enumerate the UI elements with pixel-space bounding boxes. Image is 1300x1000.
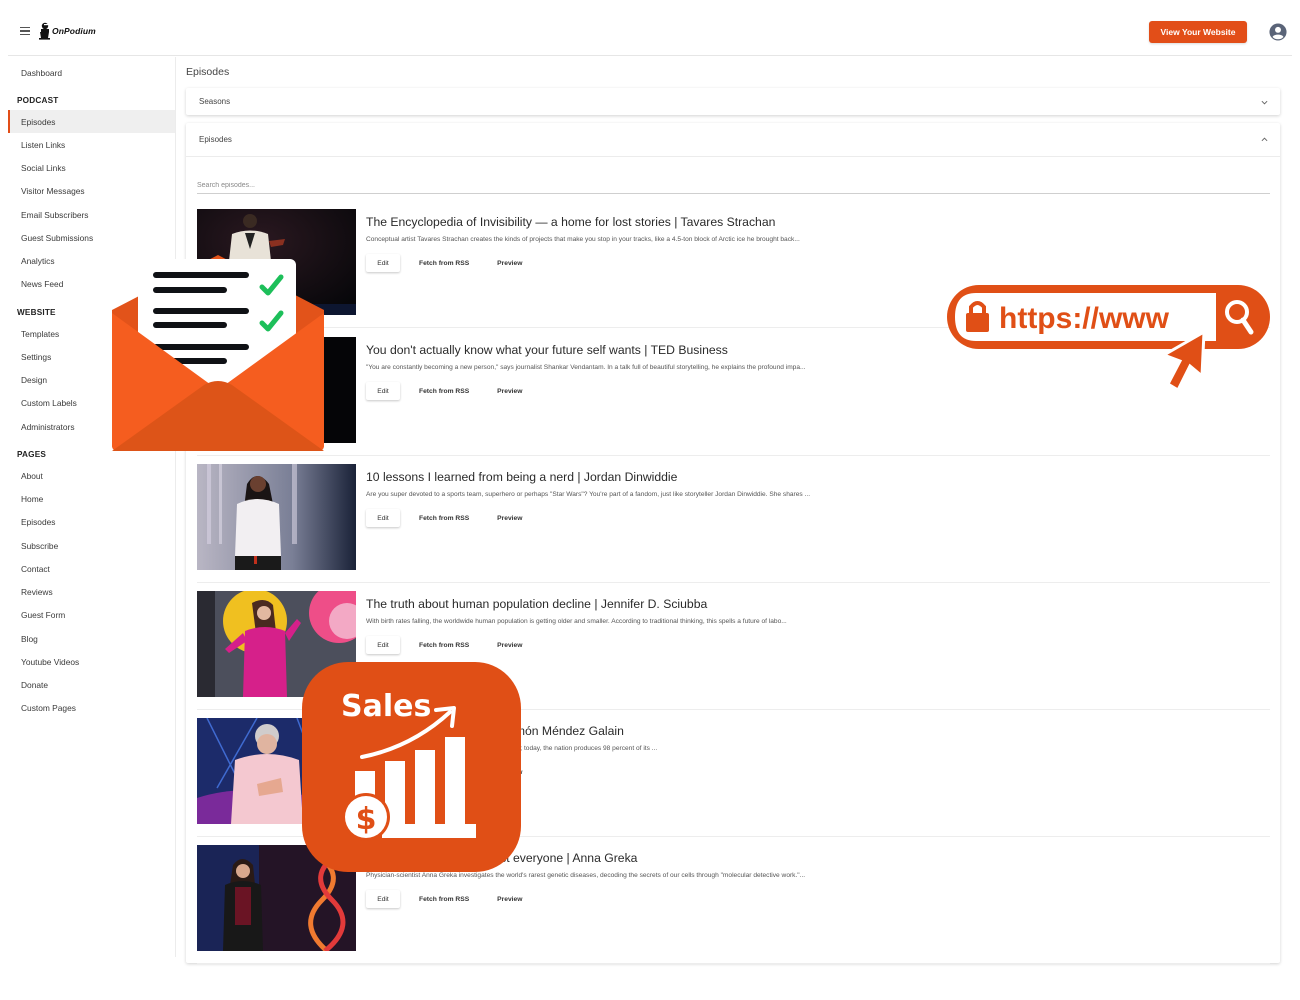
sidebar-item-guest-submissions[interactable]: Guest Submissions (8, 226, 175, 249)
fetch-from-rss-button[interactable]: Fetch from RSS (419, 388, 469, 395)
sidebar-section-pages: PAGES (17, 450, 47, 459)
sidebar-item-guest-form[interactable]: Guest Form (8, 603, 175, 626)
episode-title[interactable]: 10 lessons I learned from being a nerd |… (366, 470, 677, 484)
episode-title[interactable]: The Encyclopedia of Invisibility — a hom… (366, 215, 775, 229)
fetch-from-rss-button[interactable]: Fetch from RSS (419, 260, 469, 267)
sidebar-item-home[interactable]: Home (8, 487, 175, 510)
fetch-from-rss-button[interactable]: Fetch from RSS (419, 515, 469, 522)
edit-button[interactable]: Edit (366, 890, 400, 908)
sidebar-item-youtube-videos[interactable]: Youtube Videos (8, 650, 175, 673)
sidebar-item-blog[interactable]: Blog (8, 627, 175, 650)
currency-symbol: $ (356, 802, 377, 837)
preview-button[interactable]: Preview (497, 896, 522, 903)
episode-description: With birth rates falling, the worldwide … (366, 618, 787, 625)
episode-description: Are you super devoted to a sports team, … (366, 491, 811, 498)
sidebar-item-reviews[interactable]: Reviews (8, 580, 175, 603)
sidebar-section-website: WEBSITE (17, 308, 56, 317)
app-header: OnPodium View Your Website (8, 0, 1292, 56)
logo[interactable]: OnPodium (38, 22, 96, 40)
episode-description: "You are constantly becoming a new perso… (366, 364, 806, 371)
episode-description: Conceptual artist Tavares Strachan creat… (366, 236, 800, 243)
url-text: https://www (999, 302, 1170, 335)
edit-button[interactable]: Edit (366, 254, 400, 272)
sidebar-item-dashboard[interactable]: Dashboard (8, 61, 175, 84)
episodes-panel-header[interactable]: Episodes (186, 123, 1280, 157)
sidebar-item-visitor-messages[interactable]: Visitor Messages (8, 179, 175, 202)
sidebar-item-subscribe[interactable]: Subscribe (8, 534, 175, 557)
podium-logo-icon (39, 22, 50, 40)
fetch-from-rss-button[interactable]: Fetch from RSS (419, 896, 469, 903)
edit-button[interactable]: Edit (366, 382, 400, 400)
episode-row: 10 lessons I learned from being a nerd |… (197, 455, 1270, 583)
menu-icon[interactable] (20, 27, 30, 36)
fetch-from-rss-button[interactable]: Fetch from RSS (419, 642, 469, 649)
search-episodes-input[interactable] (197, 178, 1270, 194)
episodes-panel-label: Episodes (199, 135, 232, 144)
edit-button[interactable]: Edit (366, 509, 400, 527)
sidebar-item-episodes[interactable]: Episodes (8, 110, 175, 133)
url-bar-graphic: https://www (947, 285, 1270, 393)
sidebar-item-custom-pages[interactable]: Custom Pages (8, 696, 175, 719)
account-icon[interactable] (1269, 23, 1287, 41)
brand-name: OnPodium (52, 26, 96, 36)
seasons-panel: Seasons (186, 88, 1280, 115)
sidebar-item-email-subscribers[interactable]: Email Subscribers (8, 203, 175, 226)
episode-title[interactable]: You don't actually know what your future… (366, 343, 728, 357)
episode-thumbnail[interactable] (197, 464, 356, 570)
episode-description: Physician-scientist Anna Greka investiga… (366, 872, 806, 879)
preview-button[interactable]: Preview (497, 642, 522, 649)
seasons-panel-label: Seasons (199, 97, 231, 106)
sidebar: Dashboard PODCAST Episodes Listen Links … (8, 57, 176, 957)
sidebar-item-donate[interactable]: Donate (8, 673, 175, 696)
sidebar-item-contact[interactable]: Contact (8, 557, 175, 580)
sidebar-item-social-links[interactable]: Social Links (8, 156, 175, 179)
preview-button[interactable]: Preview (497, 388, 522, 395)
chevron-down-icon[interactable] (1261, 99, 1268, 106)
sidebar-item-about[interactable]: About (8, 464, 175, 487)
preview-button[interactable]: Preview (497, 515, 522, 522)
page-title: Episodes (186, 66, 230, 78)
episode-title[interactable]: The truth about human population decline… (366, 597, 707, 611)
sales-label: Sales (341, 689, 431, 724)
view-website-button[interactable]: View Your Website (1149, 21, 1247, 43)
edit-button[interactable]: Edit (366, 636, 400, 654)
seasons-panel-header[interactable]: Seasons (186, 88, 1280, 115)
email-envelope-icon (112, 255, 324, 451)
chevron-up-icon[interactable] (1261, 136, 1268, 143)
sidebar-item-listen-links[interactable]: Listen Links (8, 133, 175, 156)
sidebar-item-page-episodes[interactable]: Episodes (8, 510, 175, 533)
sidebar-section-podcast: PODCAST (17, 96, 59, 105)
preview-button[interactable]: Preview (497, 260, 522, 267)
sales-growth-icon: Sales $ (302, 662, 521, 872)
